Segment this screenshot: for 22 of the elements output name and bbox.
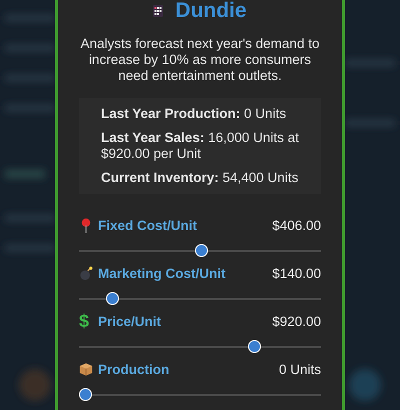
stat-text: Last Year Sales: 16,000 Units at $920.00 per Unit [100, 129, 300, 163]
slider-label: Price/Unit [98, 314, 162, 328]
slider-value: $920.00 [272, 314, 321, 328]
slider-label: Production [98, 362, 170, 376]
stat-text: Last Year Production: 0 Units [100, 105, 288, 123]
slider-label: Marketing Cost/Unit [98, 266, 226, 280]
pin-icon [79, 218, 93, 232]
slider-value: $140.00 [272, 266, 321, 280]
slider-label: Fixed Cost/Unit [98, 218, 198, 232]
bomb-icon [79, 266, 93, 280]
slider-value: 0 Units [278, 362, 321, 376]
grid-icon [153, 5, 164, 17]
dollar-icon: $ [79, 312, 93, 330]
dialog-title: Dundie [175, 0, 247, 22]
slider-thumb[interactable] [248, 340, 261, 353]
slider-value: $406.00 [272, 218, 321, 232]
slider-thumb[interactable] [195, 244, 208, 257]
description-text: Analysts forecast next year's demand to increase by 10% as more consumers need entertainment outlets. [80, 36, 320, 84]
slider-thumb[interactable] [106, 292, 120, 305]
slider-thumb[interactable] [79, 388, 92, 401]
stat-text: Current Inventory: 54,400 Units [100, 169, 300, 187]
box-icon [79, 362, 93, 376]
